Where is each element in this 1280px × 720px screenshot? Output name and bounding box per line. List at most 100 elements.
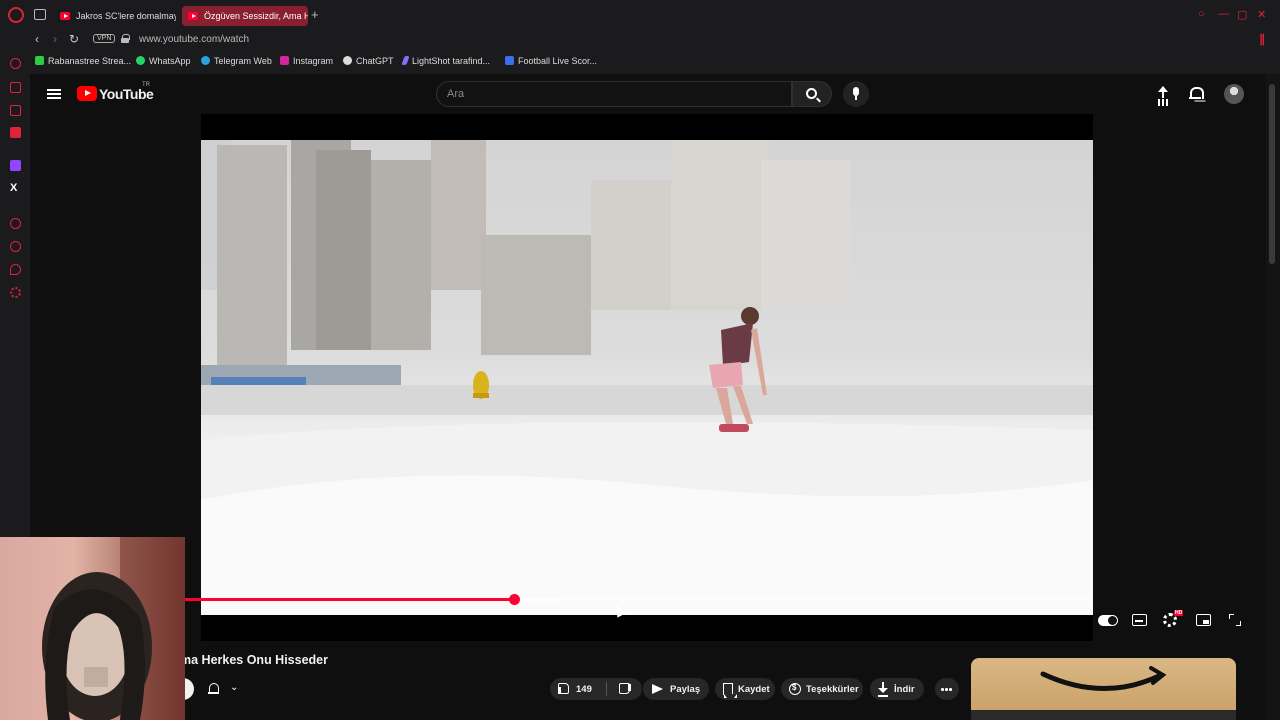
thanks-button[interactable]: Teşekkürler xyxy=(781,678,863,700)
lock-icon[interactable] xyxy=(121,34,130,43)
like-count: 149 xyxy=(576,684,592,695)
subtitles-icon[interactable] xyxy=(1132,614,1147,626)
hd-badge: HD xyxy=(1174,610,1184,616)
bookmark-icon xyxy=(723,683,737,698)
miniplayer-icon[interactable] xyxy=(1196,614,1211,626)
shopping-bag-icon[interactable] xyxy=(10,82,21,93)
video-player[interactable] xyxy=(201,114,1093,641)
bookmark-football-live[interactable]: Football Live Scor... xyxy=(505,56,597,66)
new-tab-button[interactable]: + xyxy=(311,7,319,22)
url-field[interactable]: www.youtube.com/watch xyxy=(139,34,249,45)
twitch-icon[interactable] xyxy=(10,160,21,171)
player-icon[interactable] xyxy=(10,218,21,229)
forward-icon[interactable]: › xyxy=(53,32,57,46)
screen: Jakros SC'lere domalmaya Özgüven Sessizd… xyxy=(0,0,1280,720)
bookmark-chatgpt[interactable]: ChatGPT xyxy=(343,56,394,66)
bookmark-whatsapp[interactable]: WhatsApp xyxy=(136,56,191,66)
extensions-icon[interactable] xyxy=(10,264,21,275)
crypto-wallet-icon[interactable] xyxy=(10,105,21,116)
close-window-icon[interactable]: ✕ xyxy=(1257,8,1266,21)
pinboard-icon[interactable]: ∥ xyxy=(1259,32,1265,46)
settings-icon[interactable] xyxy=(10,287,21,298)
scrollbar-thumb[interactable] xyxy=(1269,84,1275,264)
messenger-app-icon[interactable] xyxy=(10,127,21,138)
tab-label: Özgüven Sessizdir, Ama H xyxy=(204,11,308,21)
minimize-icon[interactable]: — xyxy=(1218,8,1229,20)
more-actions-button[interactable] xyxy=(935,678,959,700)
country-code: TR xyxy=(142,82,150,88)
tab-jakros[interactable]: Jakros SC'lere domalmaya xyxy=(54,6,176,26)
like-dislike-group: 149 xyxy=(550,678,642,700)
menu-icon[interactable] xyxy=(47,89,61,99)
thanks-label: Teşekkürler xyxy=(806,684,859,695)
share-arrow-icon xyxy=(652,684,663,694)
telegram-icon xyxy=(201,56,210,65)
amazon-smile-logo-icon xyxy=(1040,666,1167,691)
instagram-icon xyxy=(280,56,289,65)
share-button[interactable]: Paylaş xyxy=(643,678,709,700)
back-icon[interactable]: ‹ xyxy=(35,32,39,46)
youtube-favicon-icon xyxy=(60,12,70,20)
progress-played xyxy=(201,598,515,601)
bookmark-rabanastree[interactable]: Rabanastree Strea... xyxy=(35,56,131,66)
chevron-down-icon[interactable]: ⌄ xyxy=(230,682,238,693)
youtube-logo-text[interactable]: YouTube xyxy=(99,86,154,102)
search-input[interactable] xyxy=(437,82,757,106)
video-scene-surfer xyxy=(201,140,1093,615)
search-box[interactable] xyxy=(436,81,792,107)
share-label: Paylaş xyxy=(670,684,701,695)
youtube-favicon-icon xyxy=(188,12,198,20)
dislike-button[interactable] xyxy=(619,683,631,694)
download-icon xyxy=(878,682,888,696)
webcam-overlay xyxy=(0,537,185,720)
bookmark-telegram[interactable]: Telegram Web xyxy=(201,56,272,66)
progress-bar[interactable] xyxy=(201,594,1093,605)
page-scrollbar[interactable] xyxy=(1266,74,1280,720)
reload-icon[interactable]: ↻ xyxy=(69,32,79,46)
create-upload-icon[interactable] xyxy=(1157,86,1169,102)
progress-played-left-segment xyxy=(184,598,201,601)
football-icon xyxy=(505,56,514,65)
green-r-icon xyxy=(35,56,44,65)
sponsored-ad-card[interactable] xyxy=(971,658,1236,720)
lightshot-feather-icon xyxy=(401,56,410,65)
chatgpt-icon xyxy=(343,56,352,65)
tab-overview-icon[interactable] xyxy=(34,9,46,20)
tab-ozguven-active[interactable]: Özgüven Sessizdir, Ama H xyxy=(182,6,308,26)
x-twitter-icon[interactable]: X xyxy=(10,183,21,194)
webcam-person-image xyxy=(42,537,185,720)
youtube-header: YouTube TR xyxy=(30,74,1266,114)
download-button[interactable]: İndir xyxy=(870,678,924,700)
notifications-icon[interactable] xyxy=(1189,86,1204,101)
search-button[interactable] xyxy=(792,81,832,107)
autoplay-toggle[interactable] xyxy=(1098,615,1118,626)
whatsapp-icon xyxy=(136,56,145,65)
bookmarks-bar: Rabanastree Strea... WhatsApp Telegram W… xyxy=(0,50,1280,74)
more-horizontal-icon xyxy=(941,688,944,691)
youtube-logo-icon[interactable] xyxy=(77,86,97,101)
bookmark-lightshot[interactable]: LightShot tarafind... xyxy=(401,56,490,66)
video-frame[interactable] xyxy=(201,140,1093,615)
bookmark-instagram[interactable]: Instagram xyxy=(280,56,333,66)
browser-tab-bar: Jakros SC'lere domalmaya Özgüven Sessizd… xyxy=(0,0,1280,30)
save-label: Kaydet xyxy=(738,684,770,695)
history-icon[interactable] xyxy=(10,241,21,252)
address-bar: ‹ › ↻ VPN www.youtube.com/watch ∥ xyxy=(0,30,1280,50)
like-button[interactable] xyxy=(557,683,569,694)
opera-logo-icon[interactable] xyxy=(8,7,24,23)
search-tabs-icon[interactable]: ○ xyxy=(1198,8,1205,20)
aria-icon[interactable] xyxy=(10,58,21,69)
search-icon xyxy=(806,88,817,99)
voice-search-button[interactable] xyxy=(843,81,869,107)
super-thanks-icon xyxy=(789,683,801,695)
restore-icon[interactable]: ▢ xyxy=(1237,8,1247,21)
youtube-page: YouTube TR Ara HD ma Herkes Onu Hisseder… xyxy=(30,74,1266,720)
microphone-icon xyxy=(853,87,859,96)
vpn-badge[interactable]: VPN xyxy=(93,34,116,43)
tab-label: Jakros SC'lere domalmaya xyxy=(76,11,176,21)
subscription-bell-icon[interactable] xyxy=(208,682,220,696)
save-button[interactable]: Kaydet xyxy=(715,678,775,700)
fullscreen-icon[interactable] xyxy=(1229,614,1241,626)
download-label: İndir xyxy=(894,684,915,695)
avatar[interactable] xyxy=(1224,84,1244,104)
